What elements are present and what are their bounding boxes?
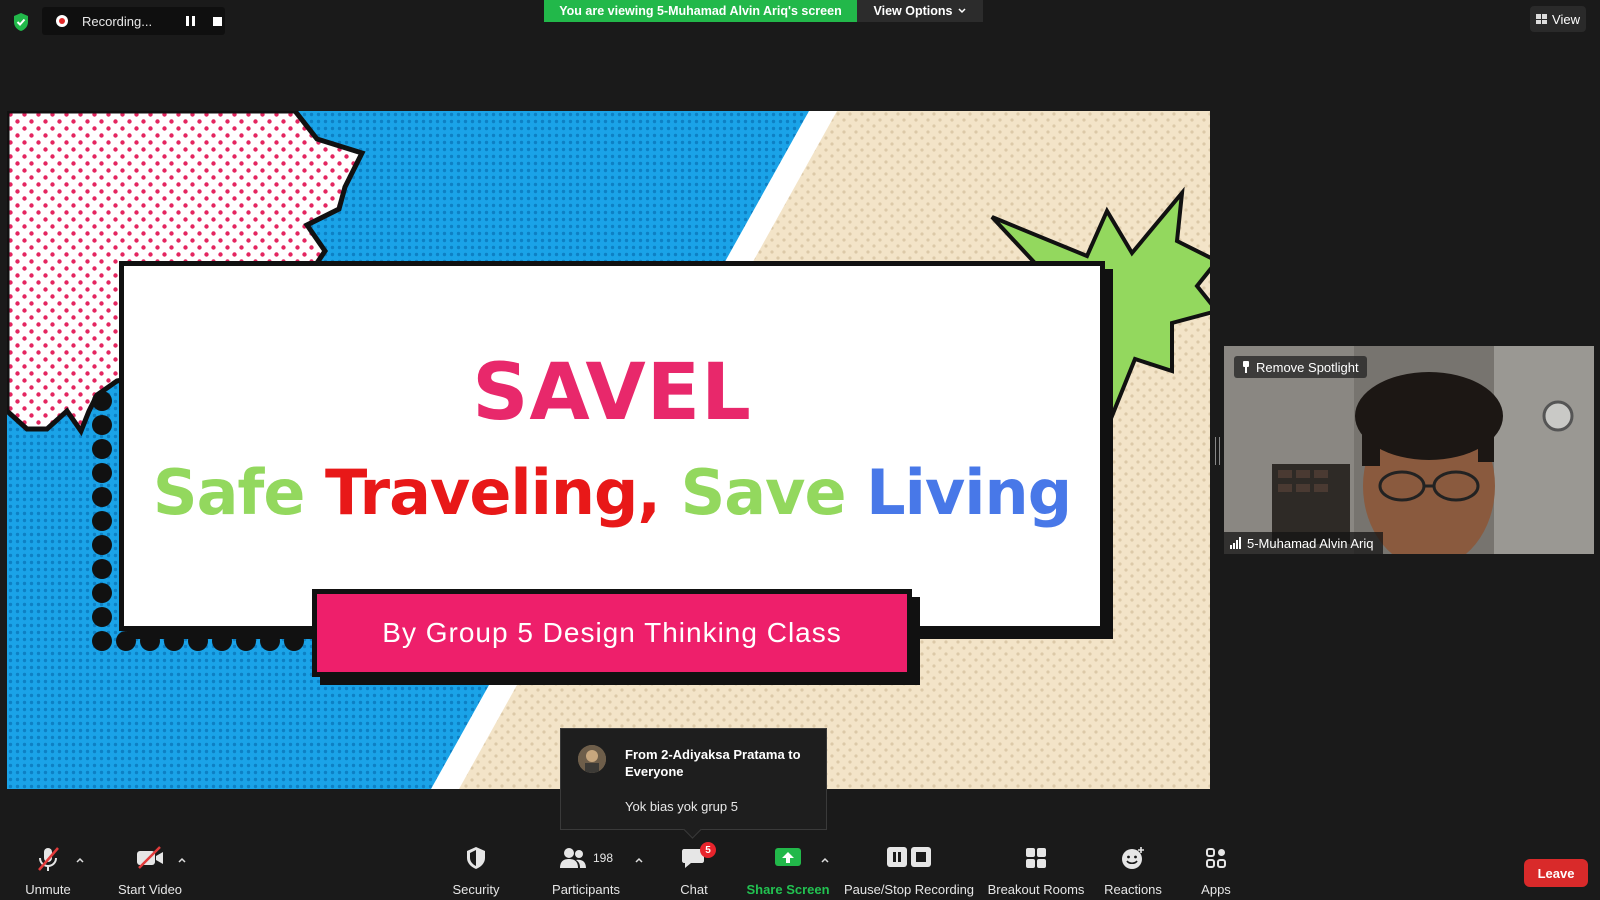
breakout-rooms-label: Breakout Rooms [987, 882, 1085, 897]
microphone-muted-icon [38, 847, 59, 871]
participants-count: 198 [592, 851, 614, 865]
apps-icon [1206, 848, 1226, 868]
breakout-rooms-icon [1026, 848, 1046, 868]
start-video-button[interactable]: Start Video [110, 846, 190, 897]
slide-byline-banner: By Group 5 Design Thinking Class [312, 589, 912, 677]
recording-label: Recording... [82, 13, 153, 29]
audio-options-caret-icon[interactable] [76, 856, 84, 864]
sender-avatar [578, 745, 606, 773]
chat-unread-badge: 5 [700, 842, 716, 858]
unmute-label: Unmute [25, 882, 71, 897]
remove-spotlight-button[interactable]: Remove Spotlight [1234, 356, 1367, 378]
apps-label: Apps [1201, 882, 1231, 897]
share-screen-label: Share Screen [746, 882, 830, 897]
remove-spotlight-label: Remove Spotlight [1256, 359, 1359, 375]
slide-title-card: SAVEL Safe Traveling, Save Living [119, 261, 1105, 631]
unmute-button[interactable]: Unmute [20, 846, 76, 897]
participants-label: Participants [552, 882, 620, 897]
chevron-down-icon [958, 8, 966, 14]
security-label: Security [452, 882, 500, 897]
security-shield-icon[interactable] [12, 12, 30, 32]
subtitle-word-save: Save [680, 456, 847, 529]
subtitle-word-traveling: Traveling, [325, 456, 661, 529]
chat-notification-popup[interactable]: From 2-Adiyaksa Pratama to Everyone Yok … [560, 728, 827, 830]
participants-button[interactable]: 198 Participants [546, 846, 626, 897]
pause-stop-recording-button[interactable]: Pause/Stop Recording [843, 846, 975, 897]
chat-button[interactable]: 5 Chat [670, 842, 718, 897]
participant-video-tile[interactable]: Remove Spotlight 5-Muhamad Alvin Ariq [1224, 346, 1594, 554]
chat-message: Yok bias yok grup 5 [625, 799, 738, 814]
video-options-caret-icon[interactable] [178, 856, 186, 864]
shared-screen-slide: SAVEL Safe Traveling, Save Living By Gro… [7, 111, 1210, 789]
reactions-smiley-icon [1122, 847, 1144, 869]
share-options-caret-icon[interactable] [821, 856, 829, 864]
leave-button[interactable]: Leave [1524, 859, 1588, 887]
viewing-screen-banner: You are viewing 5-Muhamad Alvin Ariq's s… [544, 0, 857, 22]
view-options-button[interactable]: View Options [857, 0, 983, 22]
slide-subtitle: Safe Traveling, Save Living [124, 456, 1100, 529]
pause-stop-icon [887, 847, 931, 867]
view-options-label: View Options [873, 4, 953, 18]
apps-button[interactable]: Apps [1190, 846, 1242, 897]
grid-view-icon [1536, 14, 1548, 24]
panel-resize-handle[interactable] [1215, 437, 1220, 465]
signal-strength-icon [1230, 537, 1241, 549]
shield-icon [467, 847, 485, 869]
pin-icon [1242, 361, 1250, 373]
stop-recording-icon[interactable] [213, 16, 222, 26]
participant-name: 5-Muhamad Alvin Ariq [1247, 535, 1374, 551]
start-video-label: Start Video [117, 882, 183, 897]
participant-name-tag: 5-Muhamad Alvin Ariq [1224, 532, 1384, 554]
breakout-rooms-button[interactable]: Breakout Rooms [986, 846, 1086, 897]
subtitle-word-living: Living [866, 456, 1072, 529]
participants-options-caret-icon[interactable] [635, 856, 643, 864]
view-button[interactable]: View [1530, 6, 1586, 32]
pause-recording-icon[interactable] [186, 16, 195, 26]
recording-indicator: Recording... [42, 7, 225, 35]
subtitle-word-safe: Safe [152, 456, 306, 529]
view-button-label: View [1552, 11, 1580, 27]
chat-label: Chat [680, 882, 708, 897]
chat-sender: From 2-Adiyaksa Pratama to Everyone [625, 747, 801, 779]
slide-title: SAVEL [472, 348, 752, 438]
security-button[interactable]: Security [448, 846, 504, 897]
reactions-label: Reactions [1104, 882, 1162, 897]
reactions-button[interactable]: Reactions [1100, 846, 1166, 897]
share-screen-button[interactable]: Share Screen [746, 846, 830, 897]
recording-dot-icon [56, 15, 68, 27]
share-screen-icon [775, 848, 801, 866]
video-camera-off-icon [137, 846, 163, 869]
participants-icon [559, 848, 586, 868]
pause-stop-recording-label: Pause/Stop Recording [843, 882, 975, 897]
